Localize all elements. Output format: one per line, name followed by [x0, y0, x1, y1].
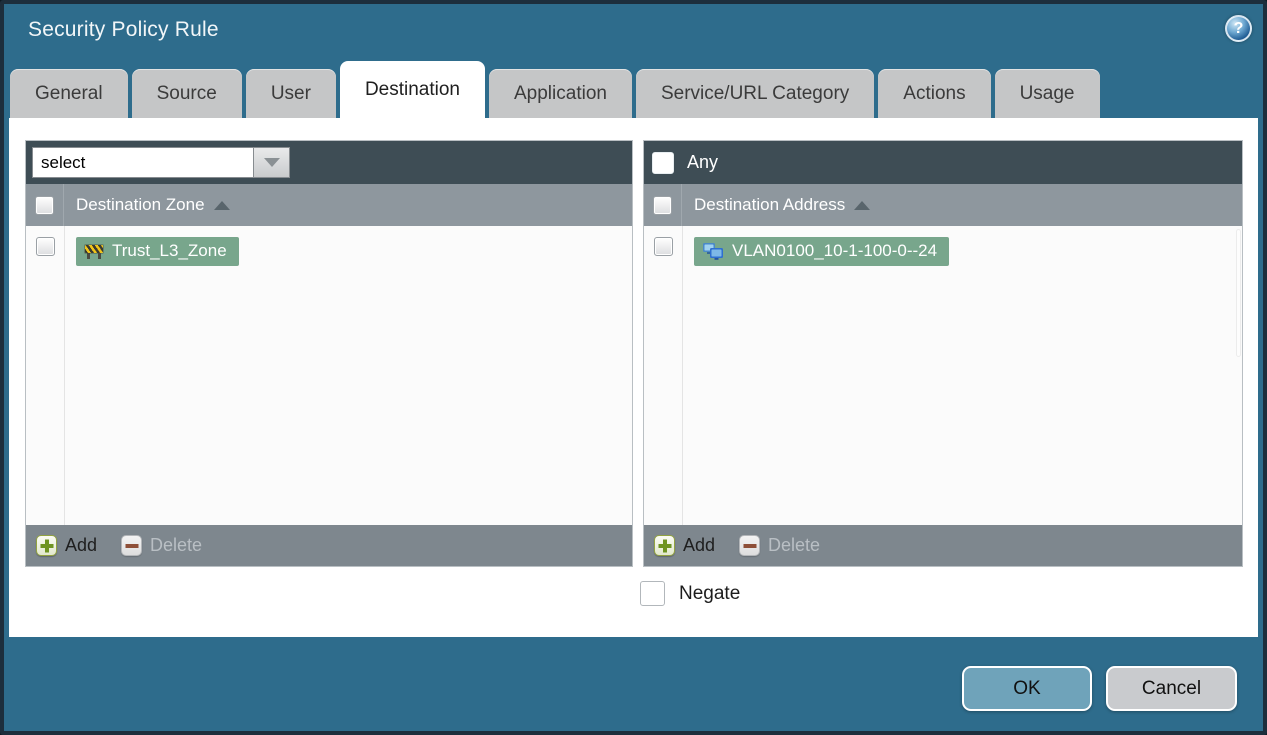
- destination-tab-content: select Destination Zone Trust_L3_Zone Ad…: [9, 118, 1258, 637]
- address-row-checkbox[interactable]: [654, 237, 673, 256]
- zone-icon: [84, 244, 104, 259]
- negate-label: Negate: [679, 582, 741, 604]
- dialog-title: Security Policy Rule: [28, 18, 219, 41]
- dialog-button-bar: OK Cancel: [962, 666, 1237, 711]
- any-checkbox[interactable]: [652, 151, 674, 174]
- address-panel-footer: Add Delete: [644, 525, 1242, 566]
- zone-select-all-checkbox[interactable]: [35, 195, 54, 215]
- zone-list: Trust_L3_Zone: [26, 226, 632, 525]
- zone-panel-footer: Add Delete: [26, 525, 632, 566]
- zone-column-header[interactable]: Destination Zone: [26, 184, 632, 226]
- zone-row-checkbox[interactable]: [36, 237, 55, 256]
- security-policy-rule-dialog: Security Policy Rule ? General Source Us…: [0, 0, 1267, 735]
- address-select-all-cell: [644, 184, 682, 226]
- plus-icon: [36, 535, 57, 556]
- tab-destination[interactable]: Destination: [339, 61, 485, 118]
- address-select-all-checkbox[interactable]: [653, 195, 672, 215]
- address-add-label: Add: [683, 535, 716, 555]
- address-column-label: Destination Address: [694, 195, 846, 214]
- address-column-header[interactable]: Destination Address: [644, 184, 1242, 226]
- ok-button[interactable]: OK: [962, 666, 1092, 711]
- zone-select-dropdown-button[interactable]: [253, 147, 290, 178]
- negate-option: Negate: [640, 581, 740, 606]
- destination-zone-panel: select Destination Zone Trust_L3_Zone Ad…: [25, 140, 633, 567]
- zone-select-all-cell: [26, 184, 64, 226]
- tab-bar: General Source User Destination Applicat…: [10, 61, 1257, 118]
- zone-select-input[interactable]: select: [32, 147, 253, 178]
- any-label: Any: [687, 152, 719, 172]
- address-item-label: VLAN0100_10-1-100-0--24: [732, 241, 938, 260]
- tab-general[interactable]: General: [10, 69, 128, 118]
- address-list: VLAN0100_10-1-100-0--24: [644, 226, 1242, 525]
- zone-add-label: Add: [65, 535, 98, 555]
- address-group-icon: [703, 243, 723, 260]
- address-item-vlan0100[interactable]: VLAN0100_10-1-100-0--24: [694, 237, 950, 266]
- chevron-down-icon: [263, 158, 280, 167]
- zone-select-dropdown[interactable]: select: [32, 147, 290, 178]
- minus-icon: [739, 535, 761, 556]
- address-delete-button[interactable]: Delete: [739, 535, 820, 556]
- address-panel-toolbar: Any: [644, 141, 1242, 184]
- scrollbar[interactable]: [1236, 229, 1241, 357]
- tab-application[interactable]: Application: [489, 69, 632, 118]
- tab-source[interactable]: Source: [131, 69, 242, 118]
- tab-service-url-category[interactable]: Service/URL Category: [635, 69, 875, 118]
- sort-ascending-icon: [213, 200, 230, 210]
- tab-usage[interactable]: Usage: [994, 69, 1100, 118]
- zone-delete-button[interactable]: Delete: [121, 535, 202, 556]
- zone-item-label: Trust_L3_Zone: [112, 241, 227, 260]
- zone-panel-toolbar: select: [26, 141, 632, 184]
- cancel-button[interactable]: Cancel: [1106, 666, 1237, 711]
- zone-column-label: Destination Zone: [76, 195, 205, 214]
- zone-delete-label: Delete: [150, 535, 203, 555]
- tab-user[interactable]: User: [245, 69, 336, 118]
- sort-ascending-icon: [854, 200, 871, 210]
- destination-address-panel: Any Destination Address VLAN0100_10-1-10…: [643, 140, 1243, 567]
- address-add-button[interactable]: Add: [654, 535, 715, 556]
- table-row: VLAN0100_10-1-100-0--24: [644, 226, 1242, 266]
- minus-icon: [121, 535, 143, 556]
- address-delete-label: Delete: [768, 535, 821, 555]
- any-option: Any: [650, 151, 719, 174]
- zone-add-button[interactable]: Add: [36, 535, 97, 556]
- table-row: Trust_L3_Zone: [26, 226, 632, 266]
- plus-icon: [654, 535, 675, 556]
- zone-item-trust-l3-zone[interactable]: Trust_L3_Zone: [76, 237, 239, 266]
- tab-actions[interactable]: Actions: [878, 69, 991, 118]
- help-icon[interactable]: ?: [1225, 15, 1252, 42]
- negate-checkbox[interactable]: [640, 581, 665, 606]
